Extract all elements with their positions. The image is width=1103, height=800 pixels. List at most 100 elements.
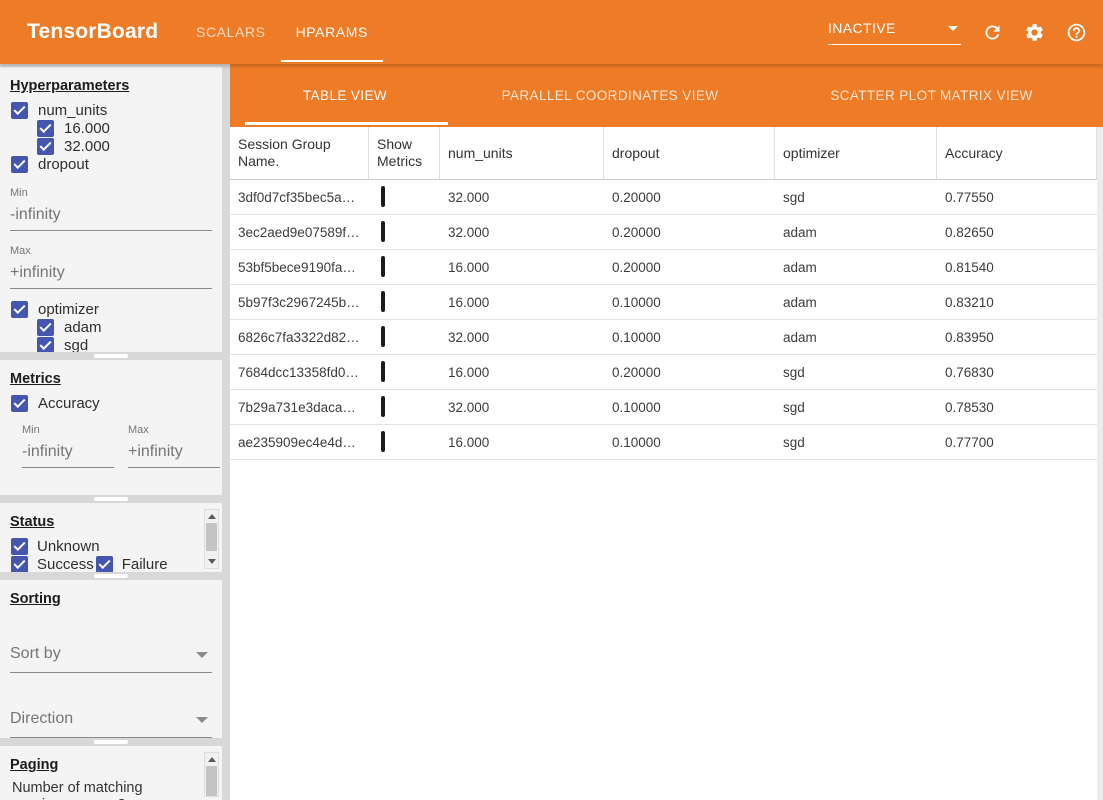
direction-select[interactable]: Direction <box>10 704 212 738</box>
help-icon[interactable] <box>1066 22 1087 43</box>
accuracy-value: 0.77700 <box>937 435 1097 450</box>
optimizer-value: adam <box>775 260 937 275</box>
column-header-show-metrics[interactable]: Show Metrics <box>369 127 440 179</box>
min-input[interactable]: -infinity <box>22 436 114 468</box>
paging-panel: Paging Number of matching session groups… <box>0 746 222 800</box>
tab-scatter-plot-matrix-view[interactable]: SCATTER PLOT MATRIX VIEW <box>760 64 1103 127</box>
checkbox-label: num_units <box>38 102 107 119</box>
metrics-panel: Metrics Accuracy Min -infinity Max +infi… <box>0 360 222 495</box>
table-row: 5b97f3c2967245b… 16.000 0.10000 adam 0.8… <box>230 285 1097 320</box>
dropout-min-field: Min -infinity <box>10 187 212 231</box>
min-input[interactable]: -infinity <box>10 199 212 231</box>
dropout-value: 0.20000 <box>604 260 775 275</box>
accuracy-value: 0.77550 <box>937 190 1097 205</box>
checkbox-label: sgd <box>64 337 88 353</box>
column-header-optimizer[interactable]: optimizer <box>775 127 937 179</box>
show-metrics-checkbox[interactable] <box>381 361 385 382</box>
checkbox-dropout[interactable]: dropout <box>0 155 222 173</box>
show-metrics-checkbox[interactable] <box>381 326 385 347</box>
refresh-icon[interactable] <box>982 22 1003 43</box>
max-input[interactable]: +infinity <box>10 257 212 289</box>
column-header-dropout[interactable]: dropout <box>604 127 775 179</box>
chevron-down-icon <box>948 26 958 31</box>
top-nav: SCALARS HPARAMS <box>181 0 383 64</box>
table-row: 53bf5bece9190fa… 16.000 0.20000 adam 0.8… <box>230 250 1097 285</box>
accuracy-max-field: Max +infinity <box>128 424 220 468</box>
show-metrics-checkbox[interactable] <box>381 396 385 417</box>
checkbox-num-units-16[interactable]: 16.000 <box>0 119 222 137</box>
panel-resize-handle[interactable] <box>0 738 222 746</box>
column-header-session-group-name[interactable]: Session Group Name. <box>230 127 369 179</box>
show-metrics-checkbox[interactable] <box>381 186 385 207</box>
checked-checkbox-icon <box>96 556 113 573</box>
panel-resize-handle[interactable] <box>0 572 222 580</box>
tab-table-view[interactable]: TABLE VIEW <box>230 64 460 127</box>
scrollbar-thumb[interactable] <box>206 523 217 551</box>
checked-checkbox-icon <box>11 395 28 412</box>
view-tabs: TABLE VIEW PARALLEL COORDINATES VIEW SCA… <box>230 64 1103 127</box>
checkbox-accuracy[interactable]: Accuracy <box>0 394 222 412</box>
paging-scrollbar[interactable] <box>204 752 219 797</box>
column-header-num-units[interactable]: num_units <box>440 127 604 179</box>
accuracy-value: 0.83950 <box>937 330 1097 345</box>
table-row: 3ec2aed9e07589f… 32.000 0.20000 adam 0.8… <box>230 215 1097 250</box>
chevron-down-icon <box>196 717 208 723</box>
panel-resize-handle[interactable] <box>0 352 222 360</box>
accuracy-value: 0.83210 <box>937 295 1097 310</box>
checkbox-label: Success <box>37 556 94 573</box>
status-scrollbar[interactable] <box>204 509 219 569</box>
checked-checkbox-icon <box>37 138 54 155</box>
checkbox-status-unknown[interactable]: Unknown <box>11 537 100 555</box>
accuracy-value: 0.81540 <box>937 260 1097 275</box>
accuracy-min-field: Min -infinity <box>22 424 114 468</box>
optimizer-value: adam <box>775 330 937 345</box>
checked-checkbox-icon <box>37 319 54 336</box>
show-metrics-checkbox[interactable] <box>381 221 385 242</box>
status-dropdown[interactable]: INACTIVE <box>828 20 961 45</box>
checkbox-label: adam <box>64 319 102 336</box>
status-heading: Status <box>10 514 212 530</box>
metrics-heading: Metrics <box>10 371 212 387</box>
show-metrics-checkbox[interactable] <box>381 291 385 312</box>
checkbox-optimizer[interactable]: optimizer <box>0 300 222 318</box>
tab-hparams[interactable]: HPARAMS <box>281 0 383 64</box>
checked-checkbox-icon <box>37 120 54 137</box>
gear-icon[interactable] <box>1024 22 1045 43</box>
checked-checkbox-icon <box>11 301 28 318</box>
tab-scalars[interactable]: SCALARS <box>181 0 281 64</box>
num-units-value: 32.000 <box>440 225 604 240</box>
optimizer-value: sgd <box>775 400 937 415</box>
scrollbar-thumb[interactable] <box>206 766 217 796</box>
scroll-down-icon[interactable] <box>208 559 216 564</box>
checkbox-optimizer-sgd[interactable]: sgd <box>0 336 222 352</box>
checkbox-num-units[interactable]: num_units <box>0 101 222 119</box>
session-group-name: 5b97f3c2967245b… <box>230 295 369 310</box>
max-input[interactable]: +infinity <box>128 436 220 468</box>
table-row: 7684dcc13358fd0… 16.000 0.20000 sgd 0.76… <box>230 355 1097 390</box>
checkbox-status-success[interactable]: Success <box>11 555 94 572</box>
scroll-up-icon[interactable] <box>208 757 216 762</box>
table-header-row: Session Group Name. Show Metrics num_uni… <box>230 127 1097 180</box>
column-header-accuracy[interactable]: Accuracy <box>937 127 1097 179</box>
dropout-value: 0.10000 <box>604 295 775 310</box>
scroll-up-icon[interactable] <box>208 514 216 519</box>
num-units-value: 32.000 <box>440 400 604 415</box>
checkbox-num-units-32[interactable]: 32.000 <box>0 137 222 155</box>
status-panel: Status Unknown Success Failure Running <box>0 503 222 572</box>
checked-checkbox-icon <box>11 102 28 119</box>
checkbox-status-failure[interactable]: Failure <box>96 555 168 572</box>
checkbox-label: 32.000 <box>64 138 110 155</box>
tab-parallel-coordinates-view[interactable]: PARALLEL COORDINATES VIEW <box>460 64 760 127</box>
show-metrics-checkbox[interactable] <box>381 256 385 277</box>
optimizer-value: sgd <box>775 435 937 450</box>
checkbox-optimizer-adam[interactable]: adam <box>0 318 222 336</box>
checkbox-label: dropout <box>38 156 89 173</box>
sort-by-select[interactable]: Sort by <box>10 639 212 673</box>
filters-sidebar: Hyperparameters num_units 16.000 32.000 … <box>0 64 222 800</box>
session-group-name: 7b29a731e3daca… <box>230 400 369 415</box>
show-metrics-checkbox[interactable] <box>381 431 385 452</box>
optimizer-value: sgd <box>775 365 937 380</box>
session-group-name: 3df0d7cf35bec5a… <box>230 190 369 205</box>
panel-resize-handle[interactable] <box>0 495 222 503</box>
checked-checkbox-icon <box>37 337 54 353</box>
